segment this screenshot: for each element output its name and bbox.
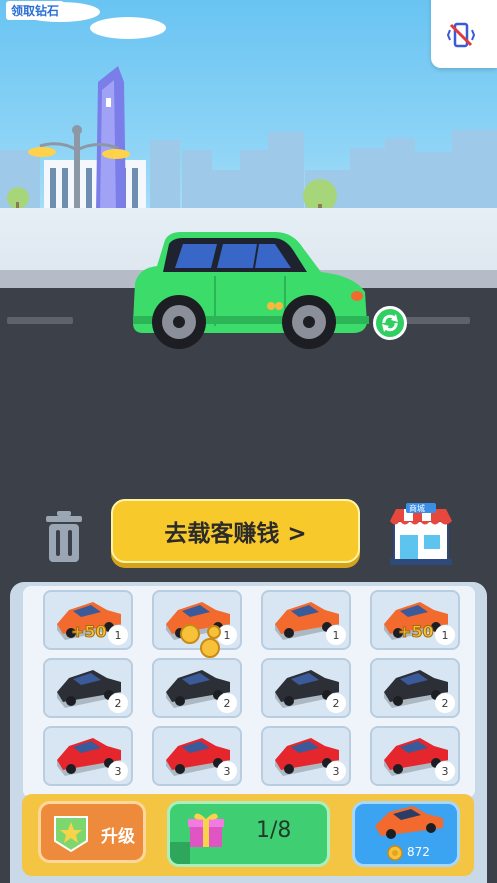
garage-slot[interactable]: 2 — [261, 658, 351, 718]
car-level-badge: 2 — [435, 693, 455, 713]
buy-car-button[interactable]: 872 — [352, 801, 460, 867]
buy-car-price: 872 — [407, 845, 430, 859]
car-level-badge: 3 — [108, 761, 128, 781]
refresh-icon — [382, 314, 398, 332]
gift-progress-button[interactable]: 1/8 — [167, 801, 330, 867]
garage-slot[interactable]: 3 — [261, 726, 351, 786]
car-level-badge: 1 — [108, 625, 128, 645]
refresh-button[interactable] — [373, 306, 407, 340]
upgrade-star-icon — [54, 816, 88, 853]
car-level-badge: 3 — [435, 761, 455, 781]
car-level-badge: 1 — [435, 625, 455, 645]
garage-slot[interactable]: 3 — [43, 726, 133, 786]
car-level-badge: 2 — [108, 693, 128, 713]
upgrade-label: 升级 — [101, 827, 135, 847]
bonus-text: +50 — [71, 622, 108, 642]
garage-slot[interactable]: 1 — [261, 590, 351, 650]
shop-sign: 商城 — [409, 504, 425, 513]
lane-marking — [404, 317, 470, 324]
gift-progress-label: 1/8 — [256, 818, 292, 843]
garage-grid: 1 +50 1 1 1 +50 2 2 2 2 3 3 3 3 — [23, 586, 475, 798]
lane-marking — [7, 317, 73, 324]
side-panel — [431, 0, 497, 68]
garage-slot[interactable]: 3 — [370, 726, 460, 786]
vibration-off-icon[interactable] — [446, 20, 476, 50]
car-level-badge: 3 — [217, 761, 237, 781]
bonus-text: +50 — [398, 622, 435, 642]
car-level-badge: 2 — [217, 693, 237, 713]
buy-car-icon — [375, 806, 443, 839]
garage-slot[interactable]: 2 — [152, 658, 242, 718]
coin-icon — [387, 845, 403, 861]
claim-diamonds-link[interactable]: 领取钻石 — [6, 1, 65, 20]
upgrade-button[interactable]: 升级 — [38, 801, 146, 863]
car-level-badge: 3 — [326, 761, 346, 781]
car-level-badge: 2 — [326, 693, 346, 713]
garage-slot[interactable]: 1 +50 — [370, 590, 460, 650]
gift-box-icon — [188, 813, 224, 847]
garage-slot[interactable]: 1 — [152, 590, 242, 658]
earn-money-label: 去载客赚钱 > — [164, 521, 307, 547]
garage-slot[interactable]: 1 +50 — [43, 590, 133, 650]
player-car[interactable] — [125, 228, 375, 353]
garage-slot[interactable]: 2 — [43, 658, 133, 718]
car-level-badge: 1 — [326, 625, 346, 645]
shop-button[interactable]: 商城 — [388, 503, 454, 565]
garage-slot[interactable]: 2 — [370, 658, 460, 718]
earn-money-button[interactable]: 去载客赚钱 > — [111, 499, 360, 563]
garage-slot[interactable]: 3 — [152, 726, 242, 786]
trash-icon[interactable] — [44, 511, 84, 563]
